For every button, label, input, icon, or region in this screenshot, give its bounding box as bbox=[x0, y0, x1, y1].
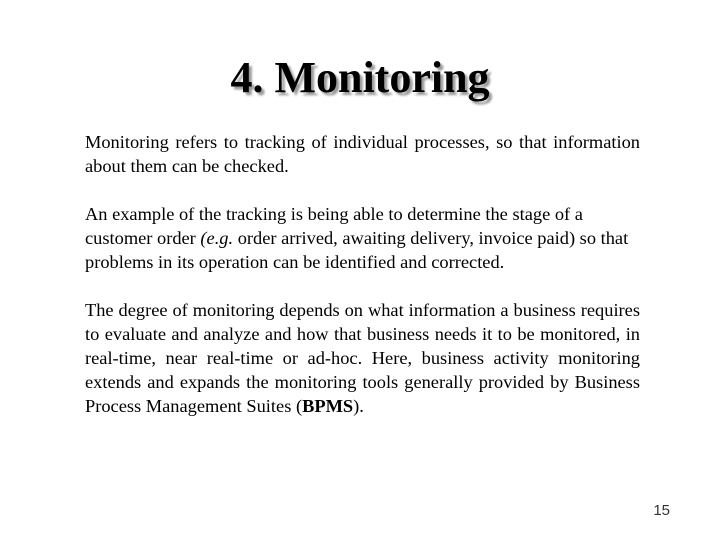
paragraph-definition: Monitoring refers to tracking of individ… bbox=[85, 132, 640, 176]
slide-title: 4. Monitoring bbox=[230, 53, 490, 102]
paragraph-example: An example of the tracking is being able… bbox=[85, 202, 640, 274]
paragraph-degree: The degree of monitoring depends on what… bbox=[85, 298, 640, 418]
example-abbreviation: (e.g. bbox=[200, 228, 234, 248]
degree-text-end: ). bbox=[353, 396, 364, 416]
page-number: 15 bbox=[653, 502, 670, 519]
bpms-acronym: BPMS bbox=[302, 396, 354, 416]
